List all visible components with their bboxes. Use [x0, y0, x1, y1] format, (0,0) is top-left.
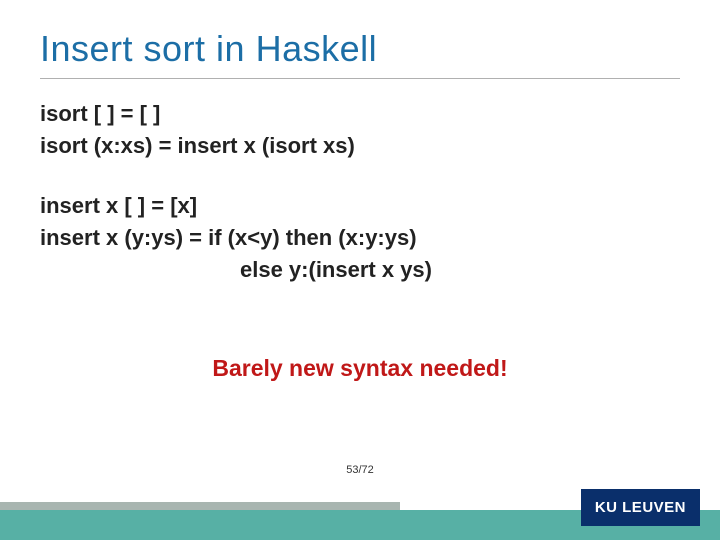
code-line: insert x [ ] = [x]: [40, 190, 432, 222]
code-line: isort (x:xs) = insert x (isort xs): [40, 130, 355, 162]
title-underline: [40, 78, 680, 79]
callout-text: Barely new syntax needed!: [0, 355, 720, 382]
footer-accent-bar: [0, 502, 400, 510]
code-line: insert x (y:ys) = if (x<y) then (x:y:ys): [40, 222, 432, 254]
ku-leuven-logo: KU LEUVEN: [581, 489, 700, 526]
slide-title: Insert sort in Haskell: [40, 28, 377, 70]
page-number: 53/72: [0, 464, 720, 476]
slide: Insert sort in Haskell isort [ ] = [ ] i…: [0, 0, 720, 540]
code-insert: insert x [ ] = [x] insert x (y:ys) = if …: [40, 190, 432, 286]
code-line: isort [ ] = [ ]: [40, 98, 355, 130]
code-isort: isort [ ] = [ ] isort (x:xs) = insert x …: [40, 98, 355, 162]
code-line: else y:(insert x ys): [40, 254, 432, 286]
